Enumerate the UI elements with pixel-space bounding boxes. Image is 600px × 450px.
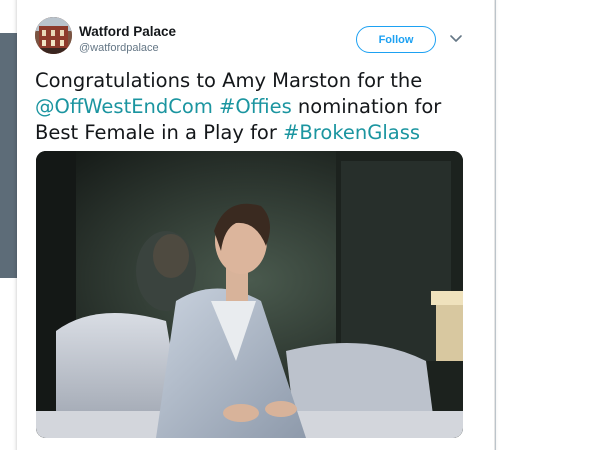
hashtag-link-offies[interactable]: #Offies xyxy=(219,95,292,118)
tweet-text-part1: Congratulations to Amy Marston for the xyxy=(35,69,423,92)
mention-link[interactable]: @OffWestEndCom xyxy=(35,95,213,118)
background-right xyxy=(495,0,600,450)
stage-photo-image xyxy=(36,151,463,438)
tweet-text-part3: Best Female in a Play for xyxy=(35,121,284,144)
background-divider xyxy=(495,0,496,450)
tweet-text-part2: nomination for xyxy=(291,95,442,118)
author-handle[interactable]: @watfordpalace xyxy=(79,42,159,54)
chevron-down-icon[interactable] xyxy=(448,32,464,46)
tweet-text: Congratulations to Amy Marston for the @… xyxy=(35,68,475,146)
avatar[interactable] xyxy=(35,17,72,54)
tweet-card: Watford Palace @watfordpalace Follow Con… xyxy=(17,0,494,450)
author-name[interactable]: Watford Palace xyxy=(79,24,176,39)
hashtag-link-brokenglass[interactable]: #BrokenGlass xyxy=(283,121,420,144)
follow-button[interactable]: Follow xyxy=(356,26,436,53)
background-band xyxy=(0,33,17,278)
tweet-photo[interactable] xyxy=(36,151,463,438)
theatre-building-icon xyxy=(35,17,72,54)
